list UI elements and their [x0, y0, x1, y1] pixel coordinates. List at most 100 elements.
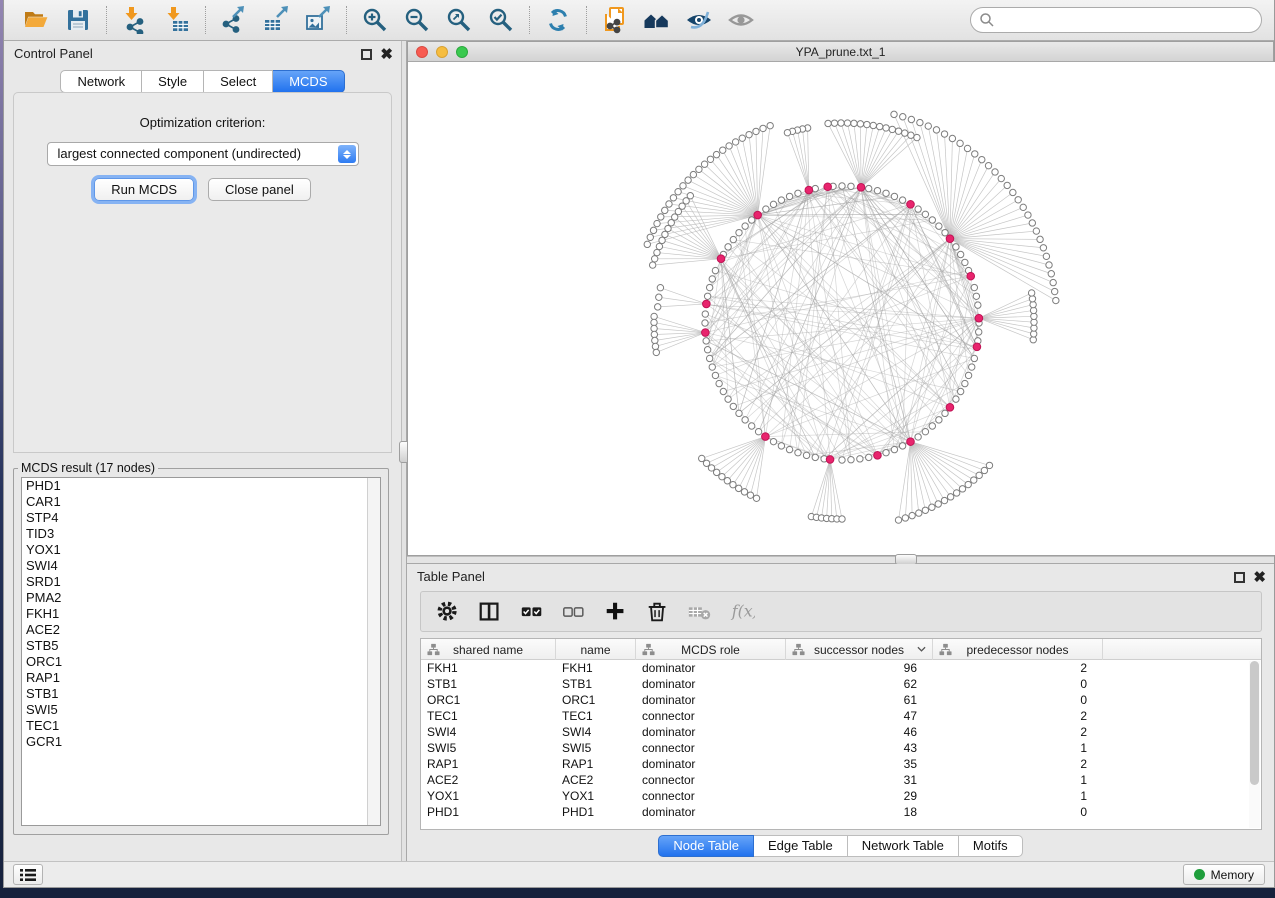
- leaf-node[interactable]: [889, 126, 895, 132]
- ring-node[interactable]: [957, 251, 963, 257]
- mcds-result-item[interactable]: SWI5: [22, 702, 380, 718]
- mcds-result-item[interactable]: RAP1: [22, 670, 380, 686]
- ring-node[interactable]: [891, 193, 897, 199]
- ring-node[interactable]: [716, 380, 722, 386]
- ring-node[interactable]: [942, 410, 948, 416]
- ring-node[interactable]: [725, 244, 731, 250]
- ring-node[interactable]: [742, 417, 748, 423]
- ring-node[interactable]: [953, 396, 959, 402]
- zoom-in-button[interactable]: [357, 4, 393, 36]
- leaf-node[interactable]: [654, 220, 660, 226]
- mcds-result-item[interactable]: SWI4: [22, 558, 380, 574]
- ring-node[interactable]: [702, 320, 708, 326]
- leaf-node[interactable]: [656, 294, 662, 300]
- add-column-button[interactable]: [599, 596, 633, 628]
- horizontal-splitter[interactable]: [407, 556, 1274, 564]
- ring-node[interactable]: [866, 185, 872, 191]
- delete-table-button[interactable]: [683, 596, 717, 628]
- ring-node[interactable]: [929, 217, 935, 223]
- close-table-panel-icon[interactable]: ✖: [1253, 572, 1266, 583]
- leaf-node[interactable]: [976, 472, 982, 478]
- save-session-button[interactable]: [60, 4, 96, 36]
- close-panel-icon[interactable]: ✖: [380, 49, 393, 60]
- close-panel-button[interactable]: Close panel: [208, 178, 311, 201]
- ring-node[interactable]: [915, 206, 921, 212]
- mcds-hub-node[interactable]: [967, 272, 975, 280]
- ring-node[interactable]: [936, 417, 942, 423]
- ring-node[interactable]: [962, 259, 968, 265]
- ring-node[interactable]: [795, 190, 801, 196]
- tab-mcds[interactable]: MCDS: [273, 70, 344, 93]
- float-panel-icon[interactable]: [361, 49, 372, 60]
- leaf-node[interactable]: [838, 120, 844, 126]
- leaf-node[interactable]: [1051, 288, 1057, 294]
- tab-network-table[interactable]: Network Table: [848, 835, 959, 857]
- ring-node[interactable]: [770, 201, 776, 207]
- mcds-hub-node[interactable]: [874, 452, 882, 460]
- ring-node[interactable]: [922, 211, 928, 217]
- ring-node[interactable]: [962, 380, 968, 386]
- ring-node[interactable]: [942, 229, 948, 235]
- mcds-hub-node[interactable]: [824, 183, 832, 191]
- leaf-node[interactable]: [707, 156, 713, 162]
- leaf-node[interactable]: [957, 140, 963, 146]
- leaf-node[interactable]: [1025, 212, 1031, 218]
- ring-node[interactable]: [709, 364, 715, 370]
- ring-node[interactable]: [936, 223, 942, 229]
- ring-node[interactable]: [778, 197, 784, 203]
- ring-node[interactable]: [748, 423, 754, 429]
- leaf-node[interactable]: [972, 151, 978, 157]
- show-all-button[interactable]: [723, 4, 759, 36]
- table-row[interactable]: TEC1TEC1connector472: [421, 708, 1261, 724]
- show-columns-button[interactable]: [473, 596, 507, 628]
- leaf-node[interactable]: [844, 120, 850, 126]
- leaf-node[interactable]: [981, 467, 987, 473]
- leaf-node[interactable]: [895, 128, 901, 134]
- minimize-window-icon[interactable]: [436, 46, 448, 58]
- leaf-node[interactable]: [654, 249, 660, 255]
- mcds-hub-node[interactable]: [973, 343, 981, 351]
- ring-node[interactable]: [848, 457, 854, 463]
- leaf-node[interactable]: [895, 517, 901, 523]
- float-table-panel-icon[interactable]: [1234, 572, 1245, 583]
- leaf-node[interactable]: [651, 256, 657, 262]
- mcds-result-item[interactable]: STB5: [22, 638, 380, 654]
- ring-node[interactable]: [706, 284, 712, 290]
- table-row[interactable]: STB1STB1dominator620: [421, 676, 1261, 692]
- export-image-button[interactable]: [300, 4, 336, 36]
- mcds-hub-node[interactable]: [946, 404, 954, 412]
- leaf-node[interactable]: [949, 135, 955, 141]
- ring-node[interactable]: [971, 355, 977, 361]
- leaf-node[interactable]: [925, 123, 931, 129]
- ring-node[interactable]: [702, 311, 708, 317]
- leaf-node[interactable]: [747, 492, 753, 498]
- leaf-node[interactable]: [908, 116, 914, 122]
- leaf-node[interactable]: [651, 319, 657, 325]
- ring-node[interactable]: [975, 302, 981, 308]
- leaf-node[interactable]: [935, 501, 941, 507]
- zoom-fit-button[interactable]: [441, 4, 477, 36]
- leaf-node[interactable]: [665, 225, 671, 231]
- mcds-result-item[interactable]: FKH1: [22, 606, 380, 622]
- ring-node[interactable]: [957, 388, 963, 394]
- ring-node[interactable]: [703, 338, 709, 344]
- leaf-node[interactable]: [753, 128, 759, 134]
- mcds-result-item[interactable]: CAR1: [22, 494, 380, 510]
- tab-select[interactable]: Select: [204, 70, 273, 93]
- leaf-node[interactable]: [685, 177, 691, 183]
- ring-node[interactable]: [976, 329, 982, 335]
- leaf-node[interactable]: [675, 189, 681, 195]
- leaf-node[interactable]: [922, 507, 928, 513]
- leaf-node[interactable]: [959, 486, 965, 492]
- tab-style[interactable]: Style: [142, 70, 204, 93]
- column-header-predecessor-nodes[interactable]: predecessor nodes: [933, 639, 1103, 660]
- leaf-node[interactable]: [741, 489, 747, 495]
- leaf-node[interactable]: [720, 147, 726, 153]
- leaf-node[interactable]: [644, 241, 650, 247]
- ring-node[interactable]: [704, 293, 710, 299]
- ring-node[interactable]: [720, 388, 726, 394]
- mcds-hub-node[interactable]: [702, 329, 710, 337]
- leaf-node[interactable]: [713, 151, 719, 157]
- mcds-result-item[interactable]: YOX1: [22, 542, 380, 558]
- ring-node[interactable]: [899, 443, 905, 449]
